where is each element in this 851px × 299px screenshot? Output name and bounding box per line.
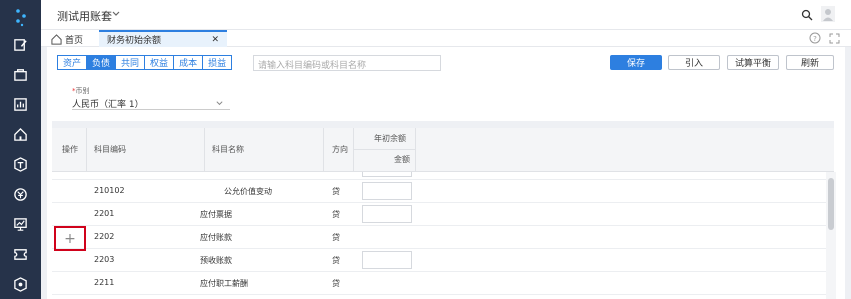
account-code: 210102 [94, 186, 125, 195]
divider [204, 128, 205, 172]
expand-icon[interactable] [829, 33, 840, 44]
amount-input[interactable] [362, 251, 412, 269]
tab-opening-balance-label: 财务初始余额 [107, 36, 162, 46]
top-bar: 测试用账套 [41, 0, 851, 30]
table-row[interactable]: 2211 应付职工薪酬 贷 [52, 272, 828, 295]
table-row[interactable]: 2202 应付账款 贷 [52, 226, 828, 249]
nav-tax-icon[interactable] [0, 150, 41, 178]
nav-voucher-icon[interactable] [0, 30, 41, 58]
balance-direction: 贷 [332, 256, 340, 265]
currency-select[interactable]: 人民币（汇率 1） [72, 97, 230, 110]
account-code: 2202 [94, 232, 115, 241]
account-set-title[interactable]: 测试用账套 [57, 8, 112, 24]
amount-input[interactable] [362, 205, 412, 223]
table-header: 操作 科目编码 科目名称 方向 年初余额 金额 [52, 128, 834, 172]
app-logo-icon[interactable] [10, 6, 32, 28]
category-tab-profit-loss[interactable]: 损益 [202, 55, 233, 70]
home-icon [51, 33, 62, 45]
tab-bar: 首页 财务初始余额 ✕ ? [41, 30, 851, 47]
divider [353, 128, 354, 172]
balance-direction: 贷 [332, 233, 340, 242]
sidebar [0, 0, 41, 299]
balance-direction: 贷 [332, 210, 340, 219]
header-amount: 金额 [394, 155, 410, 164]
account-code: 2211 [94, 278, 115, 287]
currency-label: *币别 [72, 87, 90, 95]
nav-chart-icon[interactable] [0, 90, 41, 118]
category-tab-liabilities[interactable]: 负债 [86, 55, 117, 70]
category-tab-assets[interactable]: 资产 [57, 55, 88, 70]
chevron-down-icon [216, 101, 223, 106]
account-name: 应付职工薪酬 [200, 279, 248, 288]
section-separator [52, 121, 834, 128]
header-direction: 方向 [332, 145, 348, 154]
table-row[interactable]: 2201 应付票据 贷 [52, 203, 828, 226]
account-name: 应付票据 [200, 210, 232, 219]
divider [323, 128, 324, 172]
search-icon[interactable] [801, 9, 813, 21]
trial-balance-button[interactable]: 试算平衡 [727, 55, 779, 70]
header-name: 科目名称 [212, 145, 244, 154]
search-input[interactable]: 请输入科目编码或科目名称 [253, 55, 441, 71]
balance-direction: 贷 [332, 187, 340, 196]
category-tab-cost[interactable]: 成本 [173, 55, 204, 70]
account-code: 2203 [94, 255, 115, 264]
close-icon[interactable]: ✕ [211, 35, 219, 45]
tab-home[interactable]: 首页 [51, 32, 83, 46]
nav-home-icon[interactable] [0, 120, 41, 148]
balance-direction: 贷 [332, 279, 340, 288]
tab-opening-balance[interactable]: 财务初始余额 ✕ [99, 30, 227, 47]
divider [353, 149, 415, 150]
header-opening-balance: 年初余额 [374, 134, 406, 143]
table-row[interactable]: 210101本金贷 [52, 172, 828, 180]
category-tab-common[interactable]: 共同 [115, 55, 146, 70]
avatar[interactable] [821, 6, 835, 22]
add-row-plus-icon[interactable]: + [54, 226, 86, 251]
account-name: 应付账款 [200, 233, 232, 242]
account-name: 预收账款 [200, 256, 232, 265]
nav-bag-icon[interactable] [0, 60, 41, 88]
tab-home-label: 首页 [65, 35, 84, 46]
category-tabs: 资产 负债 共同 权益 成本 损益 [57, 55, 233, 70]
divider [86, 128, 87, 172]
account-name: 本金 [224, 172, 240, 174]
header-op: 操作 [62, 145, 78, 154]
amount-input[interactable] [362, 182, 412, 200]
divider [415, 128, 416, 172]
amount-input[interactable] [362, 172, 412, 177]
table-row[interactable]: 2203 预收账款 贷 [52, 249, 828, 272]
nav-ticket-icon[interactable] [0, 240, 41, 268]
currency-value: 人民币（汇率 1） [72, 100, 144, 110]
help-icon[interactable]: ? [809, 32, 821, 44]
save-button[interactable]: 保存 [610, 55, 662, 70]
account-name: 公允价值变动 [224, 187, 272, 196]
nav-settings-icon[interactable] [0, 270, 41, 298]
category-tab-equity[interactable]: 权益 [144, 55, 175, 70]
nav-money-icon[interactable] [0, 180, 41, 208]
chevron-down-icon[interactable] [111, 9, 121, 19]
balance-direction: 贷 [332, 172, 340, 174]
account-code: 2201 [94, 209, 115, 218]
table-row[interactable]: 210102 公允价值变动 贷 [52, 180, 828, 203]
refresh-button[interactable]: 刷新 [786, 55, 834, 70]
nav-report-icon[interactable] [0, 210, 41, 238]
svg-text:?: ? [813, 35, 817, 43]
import-button[interactable]: 引入 [668, 55, 720, 70]
header-code: 科目编码 [94, 145, 126, 154]
vertical-scrollbar[interactable] [828, 178, 834, 230]
